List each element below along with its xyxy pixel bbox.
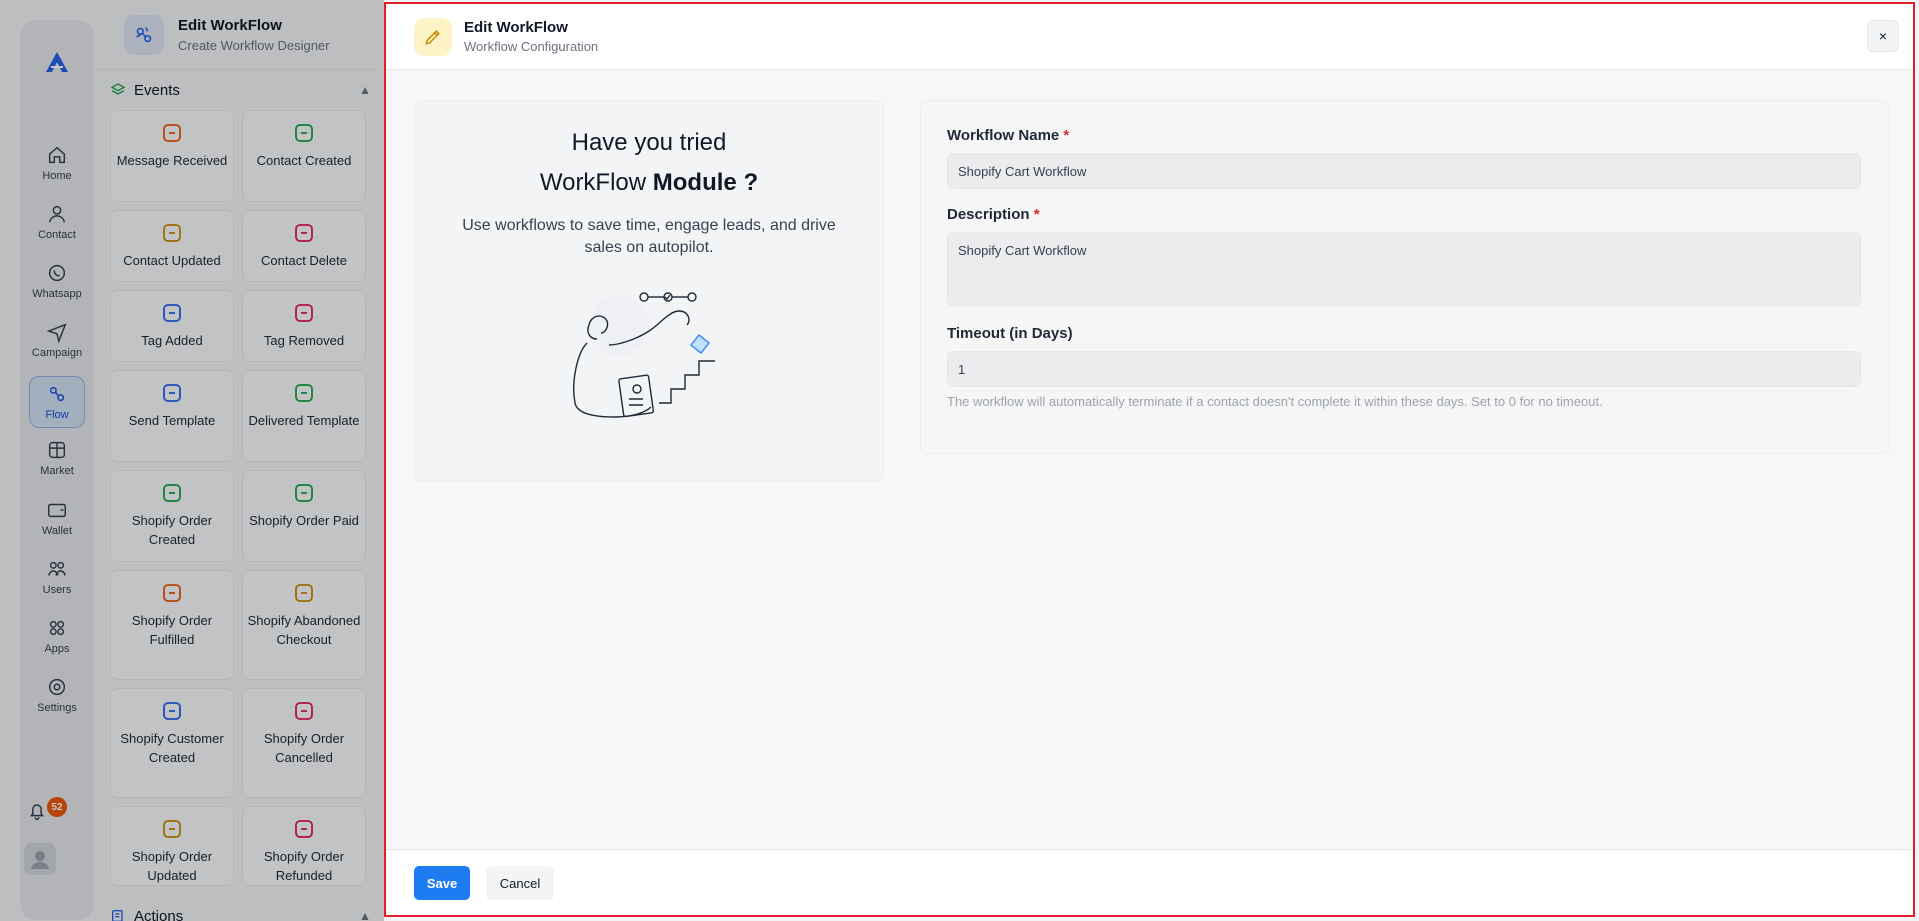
- required-mark: *: [1063, 127, 1070, 144]
- timeout-input[interactable]: 1: [947, 351, 1861, 387]
- cancel-button[interactable]: Cancel: [486, 866, 554, 900]
- description-textarea[interactable]: Shopify Cart Workflow: [947, 232, 1861, 306]
- workflow-illustration: [573, 292, 715, 418]
- modal-title: Edit WorkFlow: [464, 19, 568, 36]
- workflow-config-form: Workflow Name * Shopify Cart Workflow De…: [920, 100, 1890, 454]
- promo-heading: Have you tried: [571, 129, 727, 156]
- modal-subtitle: Workflow Configuration: [464, 39, 599, 54]
- promo-subheading-prefix: WorkFlow: [539, 169, 647, 196]
- timeout-help-text: The workflow will automatically terminat…: [947, 394, 1603, 409]
- save-button[interactable]: Save: [414, 866, 470, 900]
- pencil-icon: [414, 17, 452, 56]
- modal-header: Edit WorkFlow Workflow Configuration ×: [386, 4, 1913, 70]
- modal-backdrop[interactable]: [0, 0, 384, 921]
- workflow-promo-card: Have you tried WorkFlow Module ? Use wor…: [414, 100, 884, 482]
- workflow-name-label: Workflow Name *: [947, 127, 1070, 144]
- timeout-label: Timeout (in Days): [947, 325, 1073, 342]
- modal-footer: Save Cancel: [386, 849, 1913, 915]
- promo-subheading-bold: Module ?: [652, 169, 759, 196]
- description-label: Description *: [947, 206, 1040, 223]
- workflow-name-input[interactable]: Shopify Cart Workflow: [947, 153, 1861, 189]
- promo-subheading: WorkFlow Module ?: [415, 169, 883, 197]
- required-mark: *: [1033, 206, 1040, 223]
- edit-workflow-modal: Edit WorkFlow Workflow Configuration × H…: [384, 2, 1915, 917]
- promo-description: Use workflows to save time, engage leads…: [462, 217, 836, 256]
- close-button[interactable]: ×: [1867, 20, 1899, 52]
